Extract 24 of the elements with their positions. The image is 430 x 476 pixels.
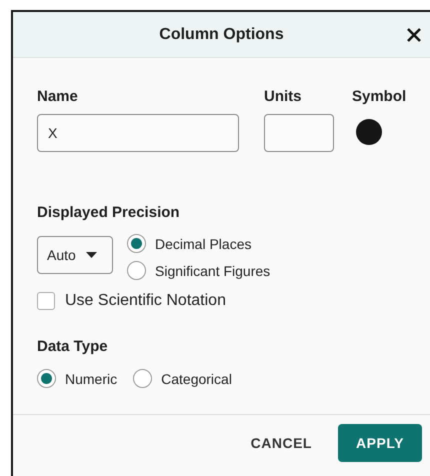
name-field[interactable]: X [37,114,239,152]
cancel-button[interactable]: CANCEL [250,424,312,462]
dialog-title: Column Options [159,26,284,44]
field-label: Symbol [352,88,408,107]
field-label: Units [264,88,302,107]
symbol-dot[interactable] [356,119,382,145]
checkbox[interactable] [37,292,55,310]
checkbox-label: Use Scientific Notation [65,292,226,310]
caret-icon [86,252,97,258]
precision-dropdown[interactable]: Auto [37,236,113,274]
units-field[interactable] [264,114,334,152]
section-label: Data Type [37,338,109,357]
option-label: Decimal Places [155,236,252,252]
apply-button[interactable]: APPLY [338,424,422,462]
option-label: Categorical [161,370,232,386]
radio-button[interactable] [127,234,146,253]
field-label: Name [37,88,79,107]
option-label: Significant Figures [155,262,270,278]
radio-button[interactable] [133,369,152,388]
option-label: Numeric [65,370,118,386]
section-label: Displayed Precision [37,204,181,223]
radio-button[interactable] [127,261,146,280]
close-icon[interactable] [406,27,422,43]
radio-button[interactable] [37,369,56,388]
